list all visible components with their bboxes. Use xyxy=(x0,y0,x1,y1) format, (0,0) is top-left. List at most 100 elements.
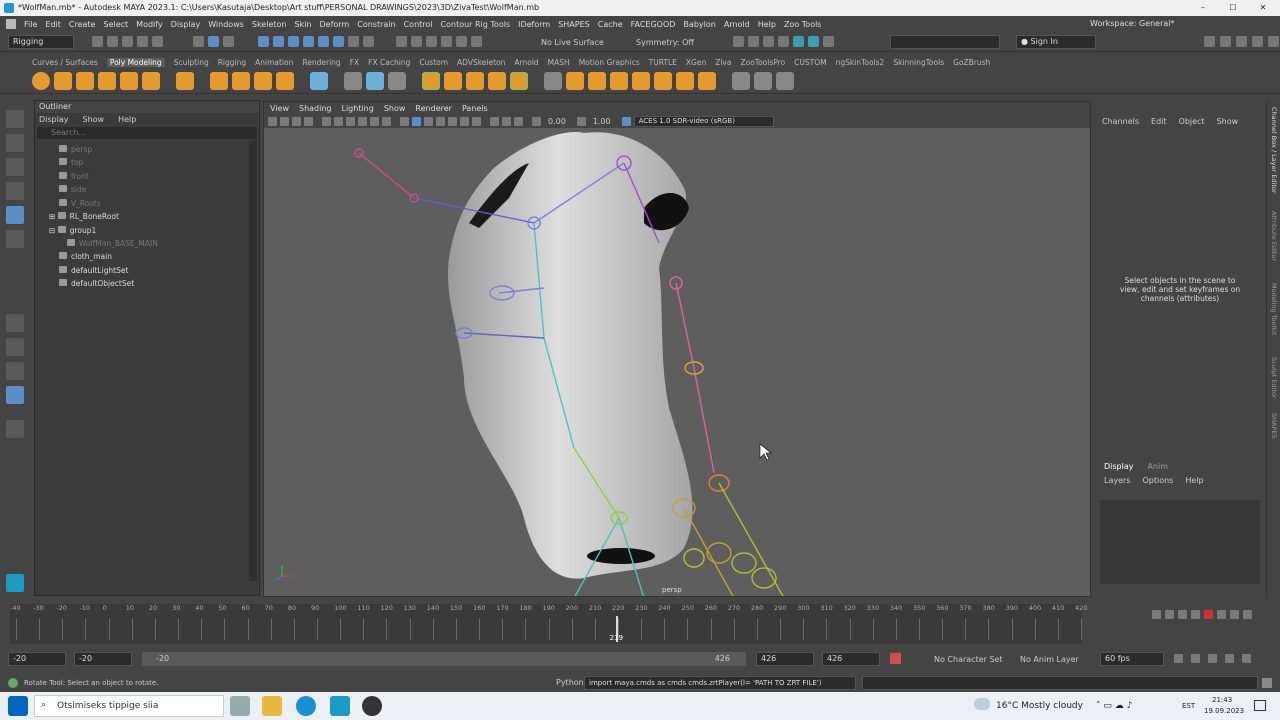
scale-tool-icon[interactable] xyxy=(6,230,24,248)
move-tool-icon[interactable] xyxy=(6,182,24,200)
select-camera-icon[interactable] xyxy=(268,116,277,126)
step-back-frame-icon[interactable] xyxy=(1178,610,1187,619)
camera-attributes-icon[interactable] xyxy=(280,116,289,126)
toggle-attribute-icon[interactable] xyxy=(1220,36,1231,47)
outliner-layout-icon[interactable] xyxy=(6,386,24,404)
shelf-tab-gozbrush[interactable]: GoZBrush xyxy=(953,58,990,67)
snap-surface-icon[interactable] xyxy=(318,36,329,47)
time-slider[interactable]: -40 -30 -20 -10 0 10 20 30 40 50 60 70 80 90 100 110 120… xyxy=(0,600,1280,646)
channel-menu-object[interactable]: Object xyxy=(1179,117,1205,126)
viewport-menu-lighting[interactable]: Lighting xyxy=(341,104,373,113)
character-set-icon[interactable] xyxy=(890,653,901,664)
shelf-tab-mash[interactable]: MASH xyxy=(548,58,570,67)
windows-start-icon[interactable] xyxy=(8,696,28,716)
bookmark-icon[interactable] xyxy=(292,116,301,126)
step-back-key-icon[interactable] xyxy=(1165,610,1174,619)
ipr-icon[interactable] xyxy=(808,36,819,47)
menu-babylon[interactable]: Babylon xyxy=(683,20,715,29)
step-forward-frame-icon[interactable] xyxy=(1230,610,1239,619)
ambient-occlusion-icon[interactable] xyxy=(460,116,469,126)
layer-tab-display[interactable]: Display xyxy=(1104,462,1134,471)
gamma-value[interactable]: 1.00 xyxy=(593,117,611,126)
side-tab-sculpt-editor[interactable]: Sculpt Editor xyxy=(1270,357,1278,399)
character-set-dropdown[interactable]: No Character Set xyxy=(934,655,1003,664)
play-backwards-icon[interactable] xyxy=(1191,610,1200,619)
maya-app-icon[interactable] xyxy=(330,696,350,716)
select-object-icon[interactable] xyxy=(208,36,219,47)
menu-shapes[interactable]: SHAPES xyxy=(558,20,590,29)
scene-end-field[interactable]: 426 xyxy=(822,652,880,666)
poly-cone-icon[interactable] xyxy=(98,71,116,90)
scene-start-field[interactable]: -20 xyxy=(8,652,66,666)
poly-sphere-icon[interactable] xyxy=(32,71,50,90)
shelf-tab-ngskintools2[interactable]: ngSkinTools2 xyxy=(836,58,885,67)
gate-mask-icon[interactable] xyxy=(358,116,367,126)
weather-text[interactable]: 16°C Mostly cloudy xyxy=(996,701,1083,711)
select-component-icon[interactable] xyxy=(223,36,234,47)
open-scene-icon[interactable] xyxy=(107,36,118,47)
shelf-tab-custom-2[interactable]: CUSTOM xyxy=(794,58,826,67)
menu-arnold[interactable]: Arnold xyxy=(724,20,750,29)
edge-browser-icon[interactable] xyxy=(296,696,316,716)
render-settings-icon[interactable] xyxy=(441,36,452,47)
combine-icon[interactable] xyxy=(310,71,328,90)
grid-toggle-icon[interactable] xyxy=(322,116,331,126)
extrude-icon[interactable] xyxy=(444,71,462,90)
anim-end-field[interactable]: 426 xyxy=(756,652,814,666)
fill-hole-icon[interactable] xyxy=(510,71,528,90)
exposure-value[interactable]: 0.00 xyxy=(548,117,566,126)
davinci-app-icon[interactable] xyxy=(362,696,382,716)
menu-skin[interactable]: Skin xyxy=(295,20,312,29)
menu-control[interactable]: Control xyxy=(404,20,433,29)
outliner-menu-show[interactable]: Show xyxy=(83,115,105,124)
viewport-menu-show[interactable]: Show xyxy=(384,104,406,113)
multi-cut-icon[interactable] xyxy=(544,71,562,90)
preferences-icon[interactable] xyxy=(1242,654,1251,663)
xray-joints-icon[interactable] xyxy=(514,116,523,126)
taskbar-search[interactable]: ⌕ Otsimiseks tippige siia xyxy=(34,695,224,717)
menu-select[interactable]: Select xyxy=(103,20,128,29)
input-line-field[interactable] xyxy=(890,35,1000,49)
viewport-menu-panels[interactable]: Panels xyxy=(462,104,488,113)
show-channel-box-icon[interactable] xyxy=(778,36,789,47)
pause-icon[interactable] xyxy=(823,36,834,47)
layer-list[interactable] xyxy=(1100,500,1260,584)
menu-contour-rig-tools[interactable]: Contour Rig Tools xyxy=(441,20,511,29)
color-management-icon[interactable] xyxy=(621,116,631,126)
shelf-tab-sculpting[interactable]: Sculpting xyxy=(174,58,209,67)
lock-icon[interactable] xyxy=(348,36,359,47)
show-tool-settings-icon[interactable] xyxy=(763,36,774,47)
type-icon[interactable] xyxy=(254,71,272,90)
menu-set-dropdown[interactable]: Rigging xyxy=(8,35,74,49)
render-icon[interactable] xyxy=(793,36,804,47)
snap-point-icon[interactable] xyxy=(288,36,299,47)
textured-icon[interactable] xyxy=(424,116,433,126)
stop-icon[interactable] xyxy=(1204,610,1213,619)
render-frame-icon[interactable] xyxy=(396,36,407,47)
layer-menu-layers[interactable]: Layers xyxy=(1104,476,1130,485)
shelf-tab-skinningtools[interactable]: SkinningTools xyxy=(893,58,944,67)
outliner-item[interactable]: front xyxy=(59,172,89,181)
menu-facegood[interactable]: FACEGOOD xyxy=(631,20,676,29)
toggle-outliner-icon[interactable] xyxy=(1204,36,1215,47)
audio-icon[interactable] xyxy=(1208,654,1217,663)
poly-plane-icon[interactable] xyxy=(142,71,160,90)
play-forwards-icon[interactable] xyxy=(1217,610,1226,619)
shelf-tab-xgen[interactable]: XGen xyxy=(686,58,706,67)
timeline-ruler[interactable]: -40 -30 -20 -10 0 10 20 30 40 50 60 70 80 90 100 110 120… xyxy=(10,604,1087,644)
maya-logo-badge-icon[interactable] xyxy=(6,574,24,592)
offset-loop-icon[interactable] xyxy=(610,71,628,90)
outliner-item[interactable]: ⊞ RL_BoneRoot xyxy=(49,212,119,221)
side-tab-attribute-editor[interactable]: Attribute Editor xyxy=(1270,211,1278,261)
side-tab-channel-box[interactable]: Channel Box / Layer Editor xyxy=(1270,107,1278,194)
shelf-tab-advskeleton[interactable]: ADVSkeleton xyxy=(457,58,505,67)
menu-ideform[interactable]: IDeform xyxy=(518,20,550,29)
toggle-tool-icon[interactable] xyxy=(1252,36,1263,47)
poly-cylinder-icon[interactable] xyxy=(76,71,94,90)
channel-menu-edit[interactable]: Edit xyxy=(1151,117,1167,126)
target-weld-icon[interactable] xyxy=(632,71,650,90)
menu-deform[interactable]: Deform xyxy=(320,20,350,29)
minimize-button[interactable]: – xyxy=(1188,0,1218,16)
menu-help[interactable]: Help xyxy=(758,20,776,29)
shelf-tab-arnold[interactable]: Arnold xyxy=(514,58,538,67)
